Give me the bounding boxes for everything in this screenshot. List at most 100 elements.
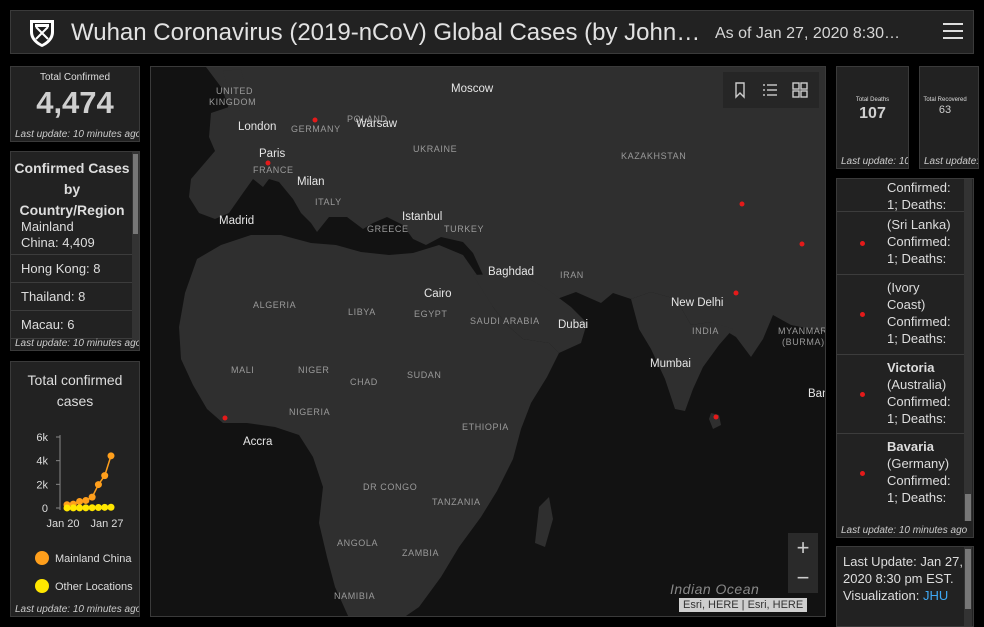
map-label: ETHIOPIA <box>462 422 509 432</box>
data-point[interactable] <box>82 504 90 512</box>
map-label: SAUDI ARABIA <box>470 316 540 326</box>
list-item-title: Bavaria <box>887 439 934 454</box>
data-point[interactable] <box>82 496 90 504</box>
case-marker[interactable] <box>713 414 719 420</box>
country-row-hong-kong[interactable]: Hong Kong: 8 <box>11 255 133 283</box>
map-label: NIGER <box>298 365 330 375</box>
case-marker[interactable] <box>739 201 745 207</box>
case-dot-icon <box>860 471 865 476</box>
list-item-text: (Sri Lanka) Confirmed: 1; Deaths: <box>887 216 967 267</box>
country-row-thailand[interactable]: Thailand: 8 <box>11 283 133 311</box>
map-label: NAMIBIA <box>334 591 375 601</box>
list-item-line: 1; Deaths: <box>887 490 947 505</box>
last-update-text: Last update: 10 minutes ago <box>924 156 979 167</box>
map-attribution[interactable]: Esri, HERE | Esri, HERE <box>679 598 808 612</box>
zoom-out-button[interactable]: − <box>788 563 818 593</box>
case-marker[interactable] <box>733 290 739 296</box>
list-item-line: (Ivory <box>887 280 920 295</box>
list-item-line: Confirmed: <box>887 394 951 409</box>
list-item-line: (Sri Lanka) <box>887 217 951 232</box>
map-label: Moscow <box>451 83 494 95</box>
last-update-text: Last update: 10 minutes ago <box>841 525 968 536</box>
data-point[interactable] <box>94 504 102 512</box>
zoom-controls: + − <box>788 533 818 593</box>
info-text: Last Update: Jan 27, 2020 8:30 pm EST. V… <box>843 553 965 604</box>
case-dot-icon <box>860 312 865 317</box>
total-confirmed-chart-panel: Total confirmed cases 0 2k 4k 6k Jan 20 Jan 2… <box>10 361 140 617</box>
data-point[interactable] <box>101 503 109 511</box>
map-label: TANZANIA <box>432 497 481 507</box>
x-tick-label: Jan 27 <box>90 518 123 530</box>
info-scrollbar[interactable] <box>964 547 972 626</box>
map-view[interactable]: Moscow UNITED KINGDOM London GERMANY POLAND Wa… <box>150 66 826 617</box>
country-row-text: Mainland <box>21 219 74 234</box>
legend-label: Other Locations <box>55 581 133 593</box>
total-deaths-label: Total Deaths <box>855 97 890 103</box>
y-tick-label: 2k <box>36 479 48 491</box>
case-dot-icon <box>860 392 865 397</box>
case-dot-icon <box>860 241 865 246</box>
map-label: Mumbai <box>650 358 691 370</box>
map-label: UKRAINE <box>413 144 457 154</box>
world-basemap[interactable]: MoscowUNITEDKINGDOMLondon GERMANYPOLANDWa… <box>151 67 826 617</box>
list-item-line: Confirmed: <box>887 314 951 329</box>
map-label: Indian Ocean <box>670 581 759 597</box>
list-item-title: Victoria <box>887 360 935 375</box>
data-point[interactable] <box>76 498 84 506</box>
scrollbar-thumb[interactable] <box>965 494 971 521</box>
basemap-gallery-icon[interactable] <box>791 81 809 99</box>
map-label: Milan <box>297 176 324 188</box>
map-label: KINGDOM <box>209 97 256 107</box>
case-marker[interactable] <box>222 415 228 421</box>
map-label: ANGOLA <box>337 538 378 548</box>
data-point[interactable] <box>63 504 71 512</box>
map-label: Warsaw <box>356 118 398 130</box>
location-list-scrollbar[interactable] <box>964 179 972 521</box>
country-row-macau[interactable]: Macau: 6 <box>11 311 133 339</box>
y-tick-label: 6k <box>36 432 48 444</box>
list-item-line: (Australia) <box>887 377 947 392</box>
data-point[interactable] <box>69 504 77 512</box>
jhu-link[interactable]: JHU <box>923 588 948 603</box>
list-item[interactable]: Bavaria (Germany) Confirmed: 1; Deaths: <box>837 435 967 515</box>
data-point[interactable] <box>107 452 115 460</box>
map-label: Baghdad <box>488 266 534 278</box>
data-point[interactable] <box>101 472 109 480</box>
list-icon[interactable] <box>761 81 779 99</box>
map-label: Istanbul <box>402 211 442 223</box>
country-row-mainland-china[interactable]: Mainland China: 4,409 <box>11 216 133 255</box>
data-point[interactable] <box>94 481 102 489</box>
scrollbar-thumb[interactable] <box>965 549 971 609</box>
map-label: (BURMA) <box>782 337 825 347</box>
scrollbar-thumb[interactable] <box>133 154 138 234</box>
data-point[interactable] <box>88 504 96 512</box>
list-item[interactable]: Victoria (Australia) Confirmed: 1; Death… <box>837 356 967 434</box>
confirmed-by-country-title: Confirmed Cases by Country/Region <box>11 158 133 221</box>
country-list[interactable]: Mainland China: 4,409 Hong Kong: 8 Thail… <box>11 216 133 339</box>
list-item-line: 1; Deaths: <box>887 331 947 346</box>
total-confirmed-panel: Total Confirmed 4,474 Last update: 10 mi… <box>10 66 140 142</box>
map-label: MALI <box>231 365 254 375</box>
as-of-timestamp: As of Jan 27, 2020 8:30… <box>715 25 901 42</box>
country-row-text: Thailand: 8 <box>21 289 86 304</box>
data-point[interactable] <box>88 493 96 501</box>
case-marker[interactable] <box>265 160 271 166</box>
data-point[interactable] <box>76 504 84 512</box>
list-item-line: 1; Deaths: <box>887 411 947 426</box>
last-update-text: Last update: 10 minutes ago <box>15 338 140 349</box>
data-point[interactable] <box>107 503 115 511</box>
bookmark-icon[interactable] <box>731 81 749 99</box>
country-list-scrollbar[interactable] <box>132 152 139 340</box>
list-item[interactable]: (Sri Lanka) Confirmed: 1; Deaths: <box>837 213 967 275</box>
case-marker[interactable] <box>312 117 318 123</box>
list-item[interactable]: Confirmed: 1; Deaths: <box>837 179 967 213</box>
zoom-in-button[interactable]: + <box>788 533 818 563</box>
list-item[interactable]: (Ivory Coast) Confirmed: 1; Deaths: <box>837 276 967 355</box>
confirmed-cases-line-chart[interactable]: 0 2k 4k 6k Jan 20 Jan 27 Mainland China Other L… <box>11 362 140 617</box>
map-label: Accra <box>243 436 273 448</box>
map-label: Ban <box>808 388 826 400</box>
title-line: Confirmed Cases <box>14 160 130 176</box>
list-item-text: Confirmed: 1; Deaths: <box>887 179 967 213</box>
case-marker[interactable] <box>799 241 805 247</box>
hamburger-menu-icon[interactable] <box>943 23 963 41</box>
